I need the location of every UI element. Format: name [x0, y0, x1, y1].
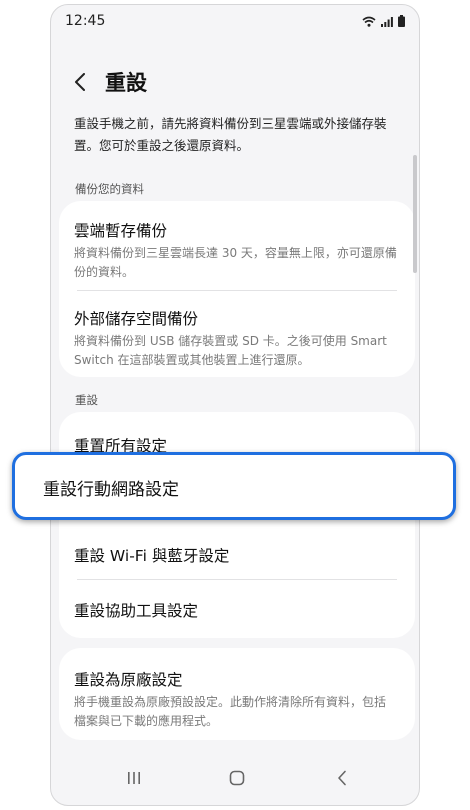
- divider: [77, 290, 397, 291]
- divider: [77, 579, 397, 580]
- cloud-backup-sub-line-2: 份的資料。: [74, 265, 135, 279]
- home-button[interactable]: [222, 765, 252, 791]
- external-backup-sub-line-2: Switch 在這部裝置或其他裝置上進行還原。: [74, 353, 310, 367]
- reset-description: 重設手機之前，請先將資料備份到三星雲端或外接儲存裝 置。您可於重設之後還原資料。: [74, 113, 404, 157]
- header: 重設: [51, 63, 419, 103]
- cloud-backup-subtitle: 將資料備份到三星雲端長達 30 天，容量無上限，亦可還原備 份的資料。: [74, 244, 399, 282]
- reset-section-label: 重設: [75, 393, 98, 407]
- scrollbar[interactable]: [413, 155, 417, 273]
- factory-reset-card: 重設為原廠設定 將手機重設為原廠預設設定。此動作將清除所有資料，包括 檔案與已下…: [59, 648, 415, 740]
- external-backup-title: 外部儲存空間備份: [74, 310, 199, 328]
- cloud-backup-title: 雲端暫存備份: [74, 222, 168, 240]
- recents-button[interactable]: [119, 765, 149, 791]
- signal-icon: [381, 16, 393, 27]
- cloud-backup-sub-line-1: 將資料備份到三星雲端長達 30 天，容量無上限，亦可還原備: [74, 246, 397, 260]
- external-backup-subtitle: 將資料備份到 USB 儲存裝置或 SD 卡。之後可使用 Smart Switch…: [74, 332, 399, 370]
- recents-icon: [128, 772, 140, 784]
- cloud-backup-item[interactable]: 雲端暫存備份 將資料備份到三星雲端長達 30 天，容量無上限，亦可還原備 份的資…: [74, 219, 399, 282]
- reset-wifi-bluetooth-item[interactable]: 重設 Wi-Fi 與藍牙設定: [74, 544, 399, 566]
- reset-mobile-network-item[interactable]: 重設行動網路設定: [12, 452, 456, 520]
- reset-mobile-network-title: 重設行動網路設定: [43, 480, 179, 500]
- factory-reset-sub-line-2: 檔案與已下載的應用程式。: [74, 714, 219, 728]
- external-backup-sub-line-1: 將資料備份到 USB 儲存裝置或 SD 卡。之後可使用 Smart: [74, 334, 387, 348]
- page-title: 重設: [105, 71, 147, 95]
- battery-icon: [398, 15, 405, 27]
- factory-reset-subtitle: 將手機重設為原廠預設設定。此動作將清除所有資料，包括 檔案與已下載的應用程式。: [74, 693, 399, 731]
- backup-card: 雲端暫存備份 將資料備份到三星雲端長達 30 天，容量無上限，亦可還原備 份的資…: [59, 201, 415, 377]
- reset-card: 重置所有設定 重設 Wi-Fi 與藍牙設定 重設協助工具設定: [59, 412, 415, 638]
- description-line-1: 重設手機之前，請先將資料備份到三星雲端或外接儲存裝: [74, 116, 387, 131]
- home-icon: [229, 770, 245, 786]
- reset-accessibility-title: 重設協助工具設定: [74, 602, 199, 620]
- status-icons: [362, 15, 405, 27]
- status-time: 12:45: [65, 13, 106, 29]
- factory-reset-item[interactable]: 重設為原廠設定 將手機重設為原廠預設設定。此動作將清除所有資料，包括 檔案與已下…: [74, 668, 399, 731]
- external-backup-item[interactable]: 外部儲存空間備份 將資料備份到 USB 儲存裝置或 SD 卡。之後可使用 Sma…: [74, 307, 399, 370]
- reset-accessibility-item[interactable]: 重設協助工具設定: [74, 599, 399, 621]
- factory-reset-title: 重設為原廠設定: [74, 671, 183, 689]
- description-line-2: 置。您可於重設之後還原資料。: [74, 138, 250, 153]
- factory-reset-sub-line-1: 將手機重設為原廠預設設定。此動作將清除所有資料，包括: [74, 695, 387, 709]
- back-icon: [338, 770, 346, 786]
- nav-back-button[interactable]: [327, 765, 357, 791]
- status-bar: 12:45: [51, 5, 419, 39]
- backup-section-label: 備份您的資料: [75, 182, 144, 196]
- chevron-left-icon: [75, 73, 85, 91]
- reset-wifi-bluetooth-title: 重設 Wi-Fi 與藍牙設定: [74, 547, 230, 565]
- navigation-bar: [51, 751, 419, 805]
- back-button[interactable]: [65, 67, 95, 97]
- phone-screen: 12:45 重設 重設手機之前，請先將資料備份到三星雲端或外接儲存裝 置。您可於…: [50, 4, 420, 806]
- wifi-icon: [362, 16, 376, 27]
